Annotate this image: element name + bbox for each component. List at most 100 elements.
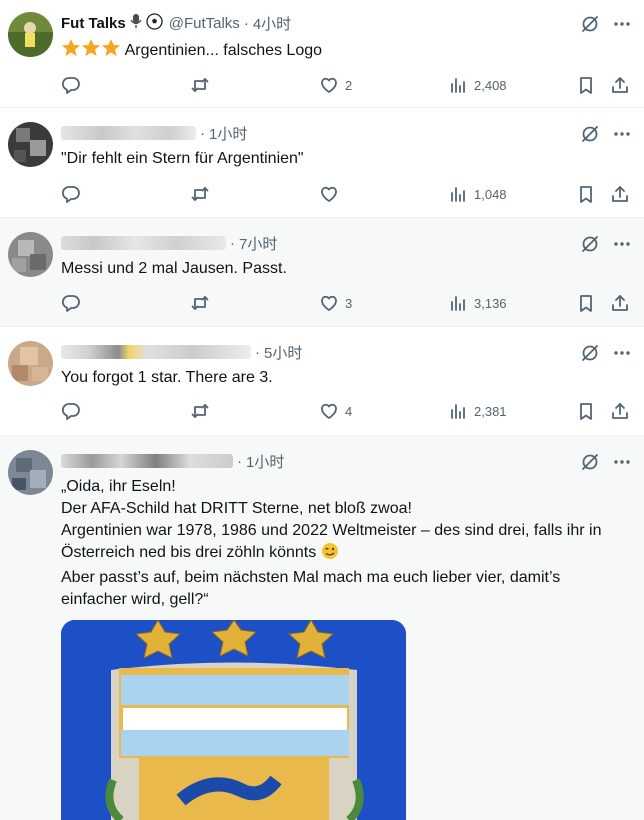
bookmark-button[interactable] [576,291,596,315]
timestamp[interactable]: 1小时 [246,451,284,472]
handle[interactable]: @FutTalks [169,15,240,32]
share-button[interactable] [610,399,630,423]
tweet-actions: 4 2,381 [0,399,644,423]
reply-button[interactable] [61,182,81,206]
display-name[interactable]: Fut Talks [61,15,126,32]
views-button[interactable]: 2,381 [448,399,507,423]
views-chart-icon [451,187,465,202]
views-button[interactable]: 3,136 [448,291,507,315]
timestamp[interactable]: 4小时 [253,13,291,34]
share-icon [612,403,628,419]
grok-icon[interactable] [580,14,600,34]
reply-icon [61,403,80,420]
heart-icon [321,77,337,93]
views-button[interactable]: 1,048 [448,182,507,206]
star-emoji-icon [61,38,81,65]
like-button[interactable]: 3 [319,291,352,315]
avatar-image [8,450,53,495]
avatar[interactable] [8,12,53,57]
share-icon [612,186,628,202]
views-button[interactable]: 2,408 [448,73,507,97]
like-count: 2 [345,77,353,93]
avatar[interactable] [8,232,53,277]
more-options-icon[interactable] [612,452,632,472]
retweet-icon [191,404,209,418]
tweet-header: · 1小时 [61,122,247,144]
blurred-display-name[interactable] [61,454,233,468]
view-count: 2,408 [474,77,507,93]
reply-tweet[interactable]: · 5小时 You forgot 1 star. There are 3. 4 … [0,327,644,436]
soccer-ball-icon [146,12,163,34]
avatar[interactable] [8,341,53,386]
retweet-icon [191,296,209,310]
tweet-header: · 1小时 [61,450,284,472]
afa-crest-image [61,620,406,820]
reply-icon [61,186,80,203]
avatar-image [8,12,53,57]
bookmark-icon [580,295,592,312]
views-chart-icon [451,296,465,311]
like-button[interactable] [319,182,339,206]
share-button[interactable] [610,73,630,97]
bookmark-button[interactable] [576,73,596,97]
bookmark-button[interactable] [576,182,596,206]
like-button[interactable]: 4 [319,399,352,423]
like-count: 4 [345,403,353,419]
timestamp[interactable]: 7小时 [239,233,277,254]
separator-dot: · [237,452,242,470]
share-button[interactable] [610,291,630,315]
retweet-button[interactable] [190,182,210,206]
more-options-icon[interactable] [612,124,632,144]
avatar-image [8,122,53,167]
tweet-header: Fut Talks @FutTalks · 4小时 [61,12,291,34]
tweet-text: You forgot 1 star. There are 3. [61,369,273,386]
blurred-display-name[interactable] [61,345,251,359]
reply-tweet[interactable]: · 1小时 "Dir fehlt ein Stern für Argentini… [0,108,644,218]
share-button[interactable] [610,182,630,206]
reply-button[interactable] [61,73,81,97]
bookmark-icon [580,186,592,203]
heart-icon [321,403,337,419]
view-count: 1,048 [474,186,507,202]
reply-icon [61,77,80,94]
tweet-media-image[interactable] [61,620,406,820]
timestamp[interactable]: 1小时 [209,123,247,144]
tweet-text: Argentinien... falsches Logo [61,38,322,65]
tweet[interactable]: Fut Talks @FutTalks · 4小时 Argentinien...… [0,0,644,108]
share-icon [612,295,628,311]
reply-tweet[interactable]: · 7小时 Messi und 2 mal Jausen. Passt. 3 3… [0,218,644,327]
avatar[interactable] [8,450,53,495]
avatar[interactable] [8,122,53,167]
blurred-display-name[interactable] [61,126,196,140]
grok-icon[interactable] [580,234,600,254]
like-button[interactable]: 2 [319,73,352,97]
timestamp[interactable]: 5小时 [264,342,302,363]
tweet-text-line: Österreich ned bis drei zöhln könnts [61,544,317,561]
retweet-button[interactable] [190,73,210,97]
reply-button[interactable] [61,399,81,423]
grok-icon[interactable] [580,124,600,144]
tweet-text-line: einfacher wird, gell?“ [61,591,209,608]
retweet-icon [191,78,209,92]
retweet-button[interactable] [190,399,210,423]
grok-icon[interactable] [580,343,600,363]
tweet-text: "Dir fehlt ein Stern für Argentinien" [61,150,304,167]
more-options-icon[interactable] [612,234,632,254]
view-count: 2,381 [474,403,507,419]
more-options-icon[interactable] [612,343,632,363]
more-options-icon[interactable] [612,14,632,34]
grok-icon[interactable] [580,452,600,472]
like-count: 3 [345,295,353,311]
bookmark-button[interactable] [576,399,596,423]
reply-button[interactable] [61,291,81,315]
share-icon [612,77,628,93]
blurred-display-name[interactable] [61,236,226,250]
retweet-button[interactable] [190,291,210,315]
tweet-text: „Oida, ihr Eseln! Der AFA-Schild hat DRI… [61,476,636,611]
tweet-actions: 3 3,136 [0,291,644,315]
separator-dot: · [230,234,235,252]
separator-dot: · [243,14,249,32]
star-emoji-icon [101,38,121,65]
bookmark-icon [580,77,592,94]
tweet-text-line: Der AFA-Schild hat DRITT Sterne, net blo… [61,500,412,517]
